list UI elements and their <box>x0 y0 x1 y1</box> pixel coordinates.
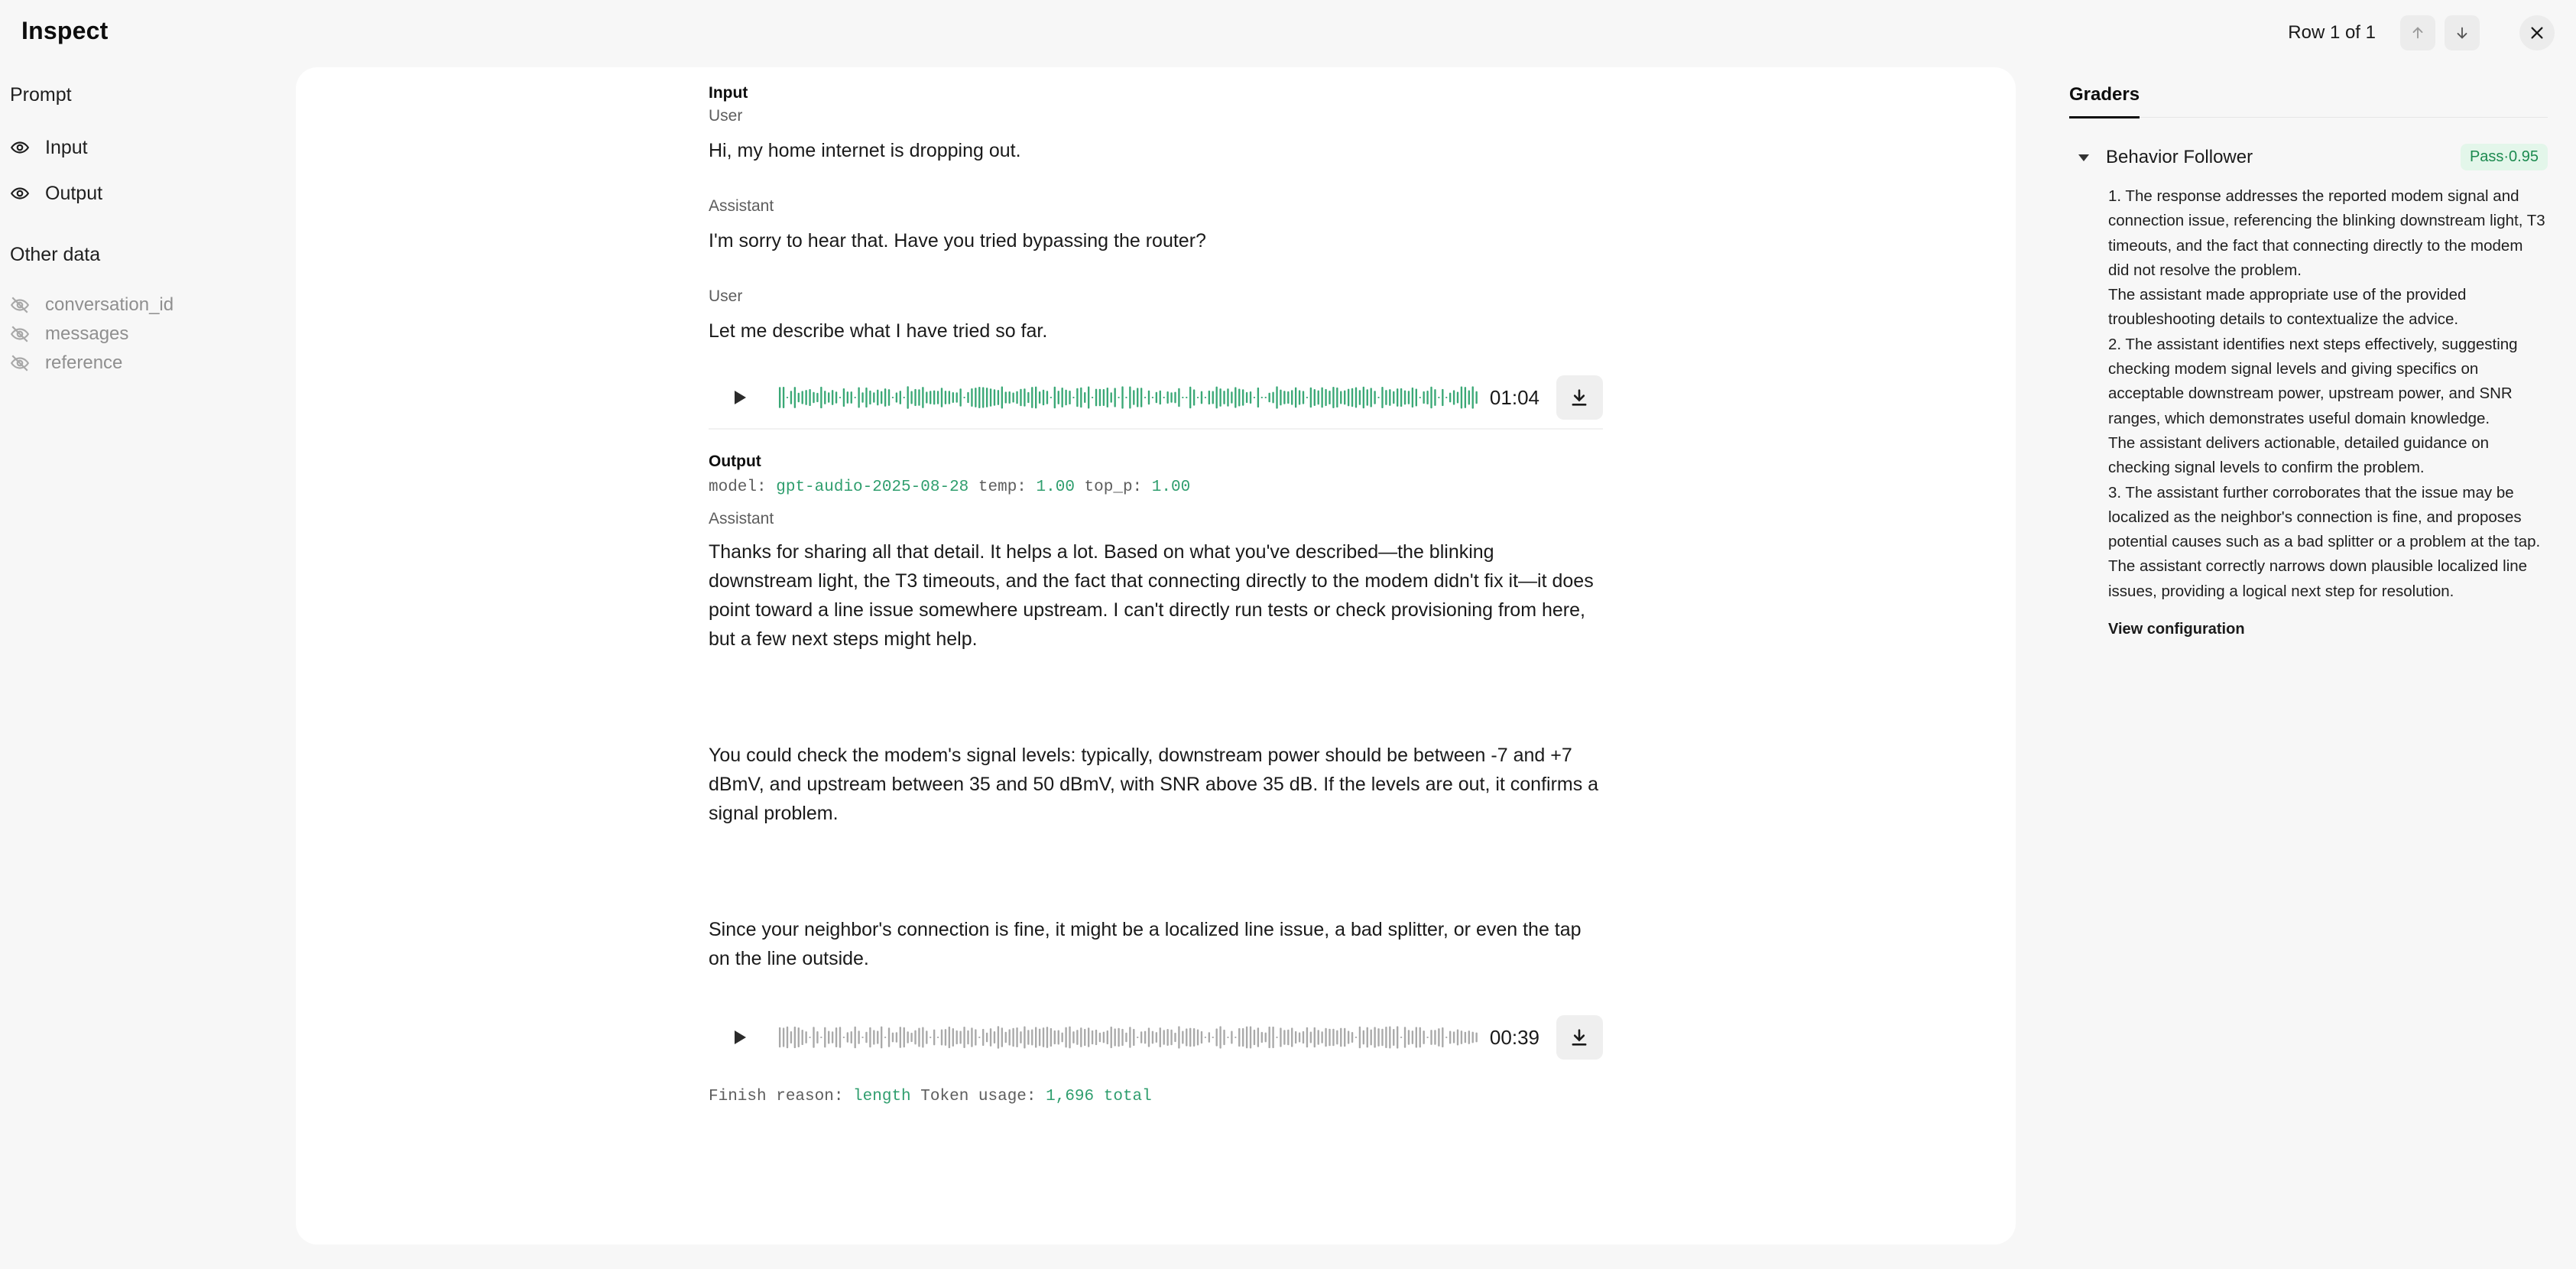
sidebar-heading-other-data: Other data <box>10 244 101 265</box>
meta-label: top_p: <box>1084 479 1143 496</box>
sidebar: Prompt Input Output Other data conversat… <box>10 84 270 378</box>
audio-waveform[interactable] <box>777 382 1478 413</box>
temp-value: 1.00 <box>1036 479 1075 496</box>
sidebar-item-label: messages <box>45 323 129 344</box>
output-section-title: Output <box>709 453 761 470</box>
message-text: Let me describe what I have tried so far… <box>709 320 1048 342</box>
eye-off-icon <box>10 297 30 313</box>
eye-icon <box>10 187 30 200</box>
arrow-up-icon <box>2412 27 2423 39</box>
finish-reason-value: length <box>853 1088 911 1105</box>
finish-reason-label: Finish reason: <box>709 1088 844 1105</box>
grader-header[interactable]: Behavior Follower Pass·0.95 <box>2069 144 2548 170</box>
message-text: I'm sorry to hear that. Have you tried b… <box>709 230 1206 252</box>
row-navigation: Row 1 of 1 <box>2288 15 2555 50</box>
status-badge: Pass·0.95 <box>2460 144 2548 170</box>
message-role: Assistant <box>709 510 774 527</box>
output-paragraph: Thanks for sharing all that detail. It h… <box>709 541 1594 650</box>
sidebar-item-label: conversation_id <box>45 294 174 315</box>
download-icon <box>1572 389 1587 406</box>
graders-panel: Graders Behavior Follower Pass·0.95 1. T… <box>2069 84 2548 638</box>
download-audio-button[interactable] <box>1556 1015 1603 1060</box>
model-meta: model: gpt-audio-2025-08-28 temp: 1.00 t… <box>709 479 1603 496</box>
eye-icon <box>10 141 30 154</box>
arrow-down-icon <box>2457 27 2467 39</box>
view-configuration-link[interactable]: View configuration <box>2108 621 2548 638</box>
play-icon <box>734 1030 746 1044</box>
grader-line: The assistant correctly narrows down pla… <box>2108 557 2528 600</box>
grader-line: The assistant delivers actionable, detai… <box>2108 433 2490 477</box>
audio-duration: 00:39 <box>1489 1025 1539 1049</box>
download-icon <box>1572 1029 1587 1046</box>
close-button[interactable] <box>2519 15 2555 50</box>
output-footer: Finish reason: length Token usage: 1,696… <box>709 1088 1603 1105</box>
eye-off-icon <box>10 326 30 342</box>
input-section-title: Input <box>709 84 748 102</box>
token-usage-label: Token usage: <box>920 1088 1037 1105</box>
conversation-content: Input User Hi, my home internet is dropp… <box>709 84 1603 1105</box>
sidebar-item-reference[interactable]: reference <box>10 349 270 378</box>
sidebar-item-conversation-id[interactable]: conversation_id <box>10 290 270 320</box>
meta-label: model: <box>709 479 767 496</box>
grader-explanation: 1. The response addresses the reported m… <box>2108 184 2548 604</box>
message-role: User <box>709 107 743 125</box>
grader-line: 3. The assistant further corroborates th… <box>2108 483 2541 551</box>
input-audio-player: 01:04 <box>709 375 1603 420</box>
output-audio-player: 00:39 <box>709 1014 1603 1060</box>
message-role: User <box>709 287 743 305</box>
message-text: Hi, my home internet is dropping out. <box>709 140 1021 161</box>
play-icon <box>734 391 746 404</box>
sidebar-item-output[interactable]: Output <box>10 170 270 216</box>
tab-graders[interactable]: Graders <box>2069 84 2140 118</box>
previous-row-button[interactable] <box>2400 15 2435 50</box>
caret-down-icon <box>2078 154 2089 161</box>
model-name: gpt-audio-2025-08-28 <box>776 479 969 496</box>
top-p-value: 1.00 <box>1151 479 1191 496</box>
close-icon <box>2531 27 2543 39</box>
audio-waveform[interactable] <box>777 1022 1478 1053</box>
token-usage-value: 1,696 total <box>1046 1088 1152 1105</box>
audio-duration: 01:04 <box>1489 385 1539 409</box>
eye-off-icon <box>10 355 30 372</box>
divider <box>709 428 1603 430</box>
download-audio-button[interactable] <box>1556 375 1603 420</box>
meta-label: temp: <box>978 479 1027 496</box>
output-paragraph: You could check the modem's signal level… <box>709 745 1599 824</box>
grader-line: The assistant made appropriate use of th… <box>2108 286 2467 329</box>
sidebar-item-messages[interactable]: messages <box>10 320 270 349</box>
sidebar-heading-prompt: Prompt <box>10 84 72 105</box>
sidebar-item-label: Input <box>45 136 88 158</box>
next-row-button[interactable] <box>2445 15 2480 50</box>
play-button[interactable] <box>727 385 753 411</box>
sidebar-item-label: reference <box>45 352 123 373</box>
divider <box>2069 117 2548 118</box>
row-counter: Row 1 of 1 <box>2288 22 2376 43</box>
sidebar-item-label: Output <box>45 182 103 204</box>
grader-line: 2. The assistant identifies next steps e… <box>2108 335 2518 427</box>
page-title: Inspect <box>21 17 109 44</box>
output-paragraph: Since your neighbor's connection is fine… <box>709 919 1582 969</box>
grader-name: Behavior Follower <box>2106 146 2253 167</box>
sidebar-item-input[interactable]: Input <box>10 125 270 170</box>
grader-line: 1. The response addresses the reported m… <box>2108 187 2545 279</box>
play-button[interactable] <box>727 1024 753 1050</box>
message-role: Assistant <box>709 197 774 215</box>
